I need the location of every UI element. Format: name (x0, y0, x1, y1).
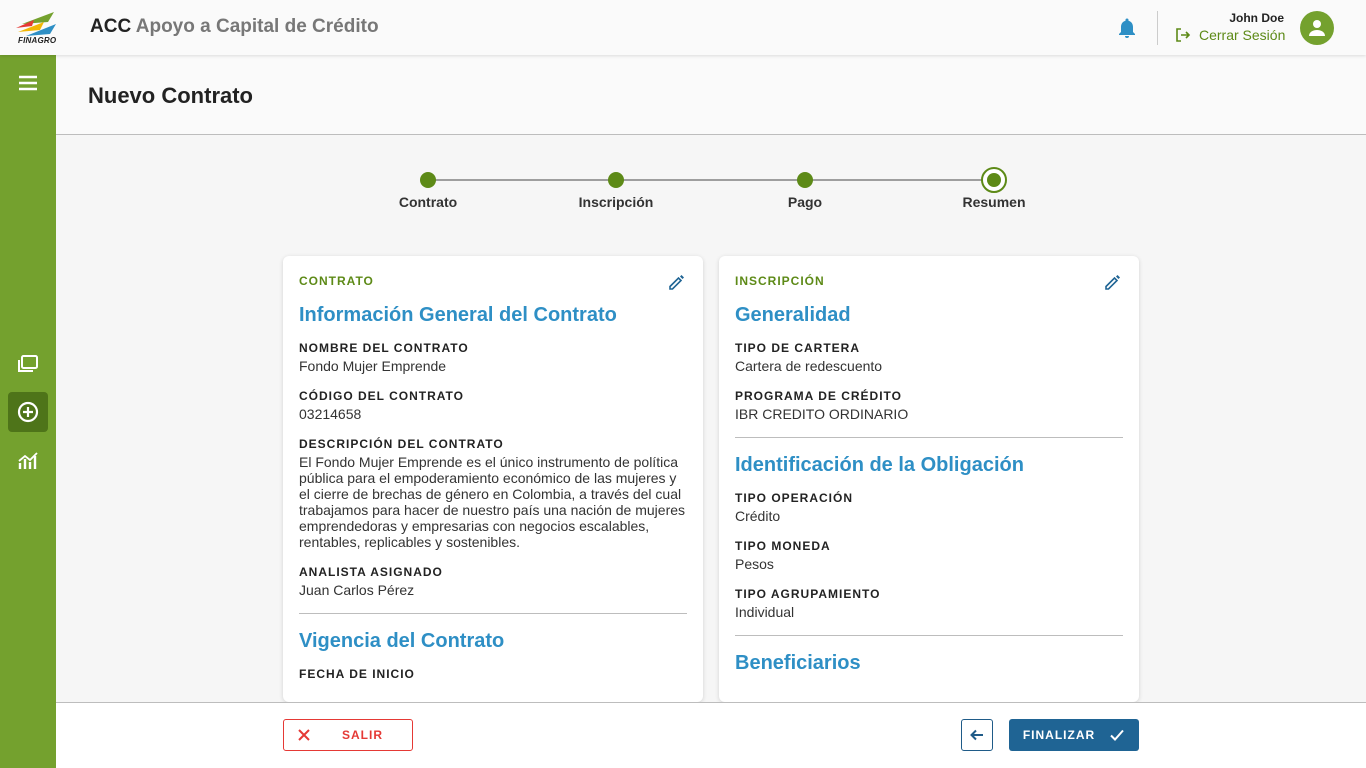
sidebar (0, 55, 56, 768)
card-tag: CONTRATO (299, 274, 374, 288)
user-icon (1309, 20, 1325, 36)
menu-icon (19, 75, 37, 91)
step-label: Pago (787, 194, 823, 210)
field-value: Individual (735, 604, 795, 620)
step-pago[interactable]: Pago (745, 160, 865, 210)
field-label: TIPO DE CARTERA (735, 341, 861, 355)
field-label: TIPO AGRUPAMIENTO (735, 587, 881, 601)
stepper: Contrato Inscripción Pago Resumen (380, 160, 1040, 220)
arrow-left-icon (970, 729, 983, 741)
chart-icon (18, 452, 38, 469)
step-contrato[interactable]: Contrato (368, 160, 488, 210)
section-title: Generalidad (735, 304, 851, 326)
section-title: Beneficiarios (735, 652, 861, 674)
logout-icon (1176, 28, 1191, 42)
inscripcion-summary-card: INSCRIPCIÓN Generalidad TIPO DE CARTERA … (719, 256, 1139, 702)
field-label: ANALISTA ASIGNADO (299, 565, 443, 579)
section-title: Información General del Contrato (299, 304, 617, 326)
add-circle-icon (17, 401, 39, 423)
field-value: Crédito (735, 508, 781, 524)
field-value: Juan Carlos Pérez (299, 582, 415, 598)
logout-link[interactable]: Cerrar Sesión (1175, 27, 1285, 43)
field-value: El Fondo Mujer Emprende es el único inst… (299, 454, 686, 550)
step-inscripcion[interactable]: Inscripción (556, 160, 676, 210)
sidebar-item-reports[interactable] (8, 441, 48, 481)
field-label: PROGRAMA DE CRÉDITO (735, 389, 903, 403)
exit-label: SALIR (342, 728, 383, 742)
field-label: DESCRIPCIÓN DEL CONTRATO (299, 437, 504, 451)
app-title: ACC Apoyo a Capital de Crédito (90, 16, 379, 38)
user-name: John Doe (1229, 11, 1284, 25)
exit-button[interactable]: SALIR (283, 719, 413, 751)
sidebar-item-contracts[interactable] (8, 344, 48, 384)
edit-pencil-icon[interactable] (1103, 272, 1123, 292)
step-dot (420, 172, 436, 188)
section-divider (299, 613, 687, 614)
logo-text: FINAGRO (18, 36, 57, 45)
field-value: Pesos (735, 556, 774, 572)
sidebar-item-new-contract[interactable] (8, 392, 48, 432)
app-name: Apoyo a Capital de Crédito (135, 16, 379, 37)
section-title: Vigencia del Contrato (299, 630, 505, 652)
back-button[interactable] (961, 719, 993, 751)
page-title: Nuevo Contrato (88, 83, 253, 108)
edit-pencil-icon[interactable] (667, 272, 687, 292)
step-resumen[interactable]: Resumen (934, 160, 1054, 210)
step-dot (797, 172, 813, 188)
header-divider (1157, 11, 1158, 45)
contrato-summary-card: CONTRATO Información General del Contrat… (283, 256, 703, 702)
field-label: TIPO OPERACIÓN (735, 491, 854, 505)
step-label: Contrato (398, 194, 458, 210)
footer-bar (56, 702, 1366, 768)
field-label: TIPO MONEDA (735, 539, 831, 553)
field-value: 03214658 (299, 406, 362, 422)
finish-label: FINALIZAR (1022, 728, 1096, 742)
sidebar-menu-button[interactable] (8, 63, 48, 103)
page-header: Nuevo Contrato (56, 55, 1366, 135)
folders-icon (18, 355, 38, 372)
step-dot-current (981, 167, 1007, 193)
section-title: Identificación de la Obligación (735, 454, 1024, 476)
field-value: Fondo Mujer Emprende (299, 358, 447, 374)
field-label: CÓDIGO DEL CONTRATO (299, 389, 465, 403)
app-code: ACC (90, 16, 132, 37)
logout-label: Cerrar Sesión (1199, 27, 1286, 43)
check-icon (1110, 729, 1124, 741)
field-value: Cartera de redescuento (735, 358, 883, 374)
section-divider (735, 635, 1123, 636)
card-tag: INSCRIPCIÓN (735, 274, 825, 288)
close-icon (298, 729, 310, 741)
field-label: FECHA DE INICIO (299, 667, 415, 681)
step-dot (608, 172, 624, 188)
notifications-bell-icon[interactable] (1115, 16, 1139, 40)
step-label: Inscripción (578, 194, 654, 210)
field-label: NOMBRE DEL CONTRATO (299, 341, 469, 355)
section-divider (735, 437, 1123, 438)
avatar[interactable] (1300, 11, 1334, 45)
finish-button[interactable]: FINALIZAR (1009, 719, 1139, 751)
field-value: IBR CREDITO ORDINARIO (735, 406, 909, 422)
step-label: Resumen (962, 194, 1026, 210)
top-bar: FINAGRO ACC Apoyo a Capital de Crédito J… (0, 0, 1366, 55)
